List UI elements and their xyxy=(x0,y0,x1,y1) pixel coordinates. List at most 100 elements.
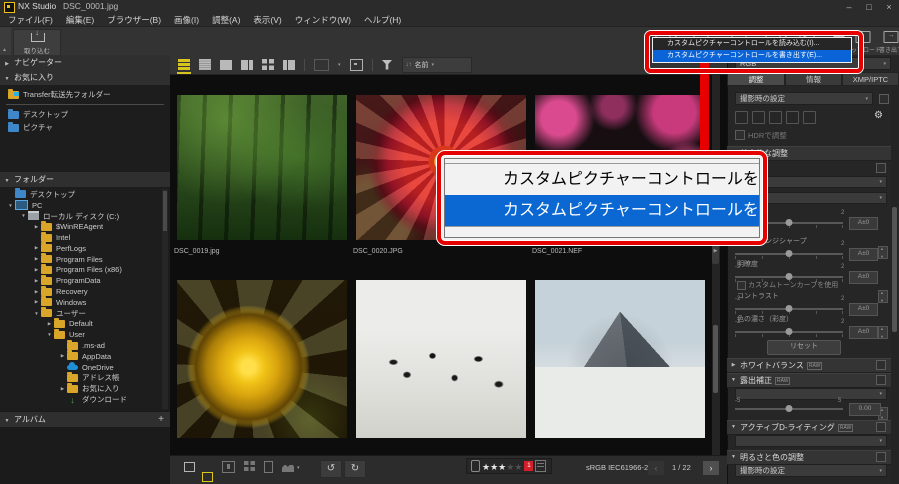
slider-knob[interactable] xyxy=(786,273,793,280)
minimize-button[interactable]: – xyxy=(839,0,859,14)
spinner-buttons[interactable] xyxy=(878,290,888,303)
favorites-item[interactable]: デスクトップ xyxy=(0,108,170,121)
no-rating-icon[interactable] xyxy=(471,460,480,472)
menubar-item[interactable]: ファイル(F) xyxy=(8,14,53,26)
folder-tree-item[interactable]: ▶Default xyxy=(0,319,170,330)
slider-knob[interactable] xyxy=(786,305,793,312)
folder-tree-item[interactable]: OneDrive xyxy=(0,362,170,373)
folder-tree-item[interactable]: ▼ユーザー xyxy=(0,308,170,319)
adjustment-slider[interactable] xyxy=(735,253,843,255)
import-button[interactable]: 取り込む xyxy=(13,29,61,56)
slider-value-box[interactable]: A±0 xyxy=(849,271,878,284)
exposure-select[interactable]: ▾ xyxy=(735,388,887,400)
preset-checkbox[interactable] xyxy=(879,94,889,104)
sync-thumbnails-icon[interactable] xyxy=(202,472,213,482)
menubar-item[interactable]: ヘルプ(H) xyxy=(364,14,401,26)
brush-tool-icon[interactable] xyxy=(752,111,765,124)
navigator-section-header[interactable]: ▶ナビゲーター xyxy=(0,55,170,71)
favorites-section-header[interactable]: ▼お気に入り xyxy=(0,70,170,86)
thumbnail-mountain[interactable] xyxy=(535,280,705,438)
callout-item-import[interactable]: カスタムピクチャーコントロールを読み込む(I)... xyxy=(445,164,759,195)
d-lighting-checkbox[interactable] xyxy=(876,422,886,432)
expander-arrow-icon[interactable]: ▶ xyxy=(32,224,41,230)
export-button[interactable]: 書き出す xyxy=(876,29,899,54)
tab-xmp-iptc[interactable]: XMP/IPTC xyxy=(842,72,899,86)
upload-button[interactable]: アップロード xyxy=(848,29,878,54)
list-view-button[interactable] xyxy=(199,59,211,70)
folder-tree-item[interactable]: ▶お気に入り xyxy=(0,383,170,394)
adjustment-slider[interactable] xyxy=(735,308,843,310)
fullscreen-button[interactable] xyxy=(350,59,363,71)
retouch-tool-icon[interactable] xyxy=(803,111,816,124)
hdr-checkbox[interactable] xyxy=(735,130,745,140)
expander-arrow-icon[interactable]: ▶ xyxy=(58,386,67,392)
exposure-header[interactable]: ▼露出補正RAW xyxy=(727,373,891,388)
expander-arrow-icon[interactable]: ▼ xyxy=(45,332,54,337)
gear-icon[interactable]: ⚙ xyxy=(874,110,883,121)
image-info-view-button[interactable] xyxy=(241,60,253,70)
expander-arrow-icon[interactable]: ▶ xyxy=(32,278,41,284)
rotate-cw-button[interactable]: ↻ xyxy=(344,460,366,478)
thumbnail-cranes[interactable] xyxy=(356,280,526,438)
preset-select[interactable]: 撮影時の設定▾ xyxy=(735,92,873,105)
folders-scrollbar[interactable] xyxy=(162,189,168,409)
spinner-buttons[interactable] xyxy=(878,246,888,259)
expander-arrow-icon[interactable]: ▶ xyxy=(32,267,41,273)
folders-section-header[interactable]: ▼フォルダー xyxy=(0,172,170,188)
label-menu-icon[interactable] xyxy=(535,460,546,472)
folder-tree-item[interactable]: デスクトップ xyxy=(0,189,170,200)
star-icon[interactable]: ★ xyxy=(514,462,522,472)
basic-checkbox[interactable] xyxy=(876,163,886,173)
exposure-value[interactable]: 0.00 xyxy=(849,403,881,416)
single-frame-icon[interactable] xyxy=(222,461,235,473)
reset-button[interactable]: リセット xyxy=(767,340,841,355)
star-icon[interactable]: ★ xyxy=(482,462,490,472)
expander-arrow-icon[interactable]: ▶ xyxy=(45,321,54,327)
white-balance-header[interactable]: ▶ホワイトバランスRAW xyxy=(727,358,891,373)
folder-tree-item[interactable]: ▶PerfLogs xyxy=(0,243,170,254)
folder-tree-item[interactable]: ▶Recovery xyxy=(0,286,170,297)
folder-tree-item[interactable]: ▼PC xyxy=(0,200,170,211)
tab-adjustments[interactable]: 調整 xyxy=(727,72,785,86)
menu-item-export-picture-control[interactable]: カスタムピクチャーコントロールを書き出す(E)... xyxy=(653,50,851,62)
slider-value-box[interactable]: A±0 xyxy=(849,217,878,230)
image-filmstrip-view-button[interactable] xyxy=(283,60,295,70)
exposure-slider[interactable] xyxy=(735,408,843,410)
folder-tree-item[interactable]: ▶AppData xyxy=(0,351,170,362)
straighten-tool-icon[interactable] xyxy=(735,111,748,124)
sort-select[interactable]: ↓↑ 名前 ▾ xyxy=(402,57,472,73)
resize-tool-icon[interactable] xyxy=(786,111,799,124)
menubar-item[interactable]: 表示(V) xyxy=(253,14,281,26)
thumbnail-rose[interactable] xyxy=(177,280,347,438)
adjustment-slider[interactable] xyxy=(735,331,843,333)
menubar-item[interactable]: ブラウザー(B) xyxy=(107,14,161,26)
expander-arrow-icon[interactable]: ▶ xyxy=(32,289,41,295)
grid-frames-icon[interactable] xyxy=(244,461,255,471)
slider-value-box[interactable]: A±0 xyxy=(849,248,878,261)
compare-thumbnails-icon[interactable] xyxy=(184,462,195,472)
folder-tree-item[interactable]: ▼User xyxy=(0,329,170,340)
white-balance-checkbox[interactable] xyxy=(876,360,886,370)
slider-knob[interactable] xyxy=(786,328,793,335)
spinner-buttons[interactable] xyxy=(878,326,888,339)
folder-tree-item[interactable]: .ms-ad xyxy=(0,340,170,351)
brightness-checkbox[interactable] xyxy=(876,452,886,462)
folder-tree-item[interactable]: ↓ダウンロード xyxy=(0,394,170,405)
folder-tree-item[interactable]: ▶Program Files (x86) xyxy=(0,265,170,276)
brightness-color-header[interactable]: ▼明るさと色の調整 xyxy=(727,450,891,465)
next-image-button[interactable]: › xyxy=(703,461,719,475)
folder-tree-item[interactable]: アドレス帳 xyxy=(0,373,170,384)
menubar-item[interactable]: 編集(E) xyxy=(66,14,94,26)
custom-curve-checkbox[interactable] xyxy=(737,281,746,290)
favorites-item[interactable]: Transfer転送先フォルダー xyxy=(0,88,170,101)
menubar-item[interactable]: 調整(A) xyxy=(212,14,240,26)
folder-tree-item[interactable]: ▶$WinREAgent xyxy=(0,221,170,232)
tab-info[interactable]: 情報 xyxy=(785,72,842,86)
expander-arrow-icon[interactable]: ▶ xyxy=(58,353,67,359)
thumbnail-cell[interactable] xyxy=(530,280,709,465)
brightness-preset-select[interactable]: 撮影時の設定▾ xyxy=(735,464,887,477)
folder-tree-item[interactable]: Intel xyxy=(0,232,170,243)
color-label-badge[interactable]: 1 xyxy=(524,461,533,471)
folder-tree-item[interactable]: ▶ProgramData xyxy=(0,275,170,286)
menubar-item[interactable]: 画像(I) xyxy=(174,14,199,26)
